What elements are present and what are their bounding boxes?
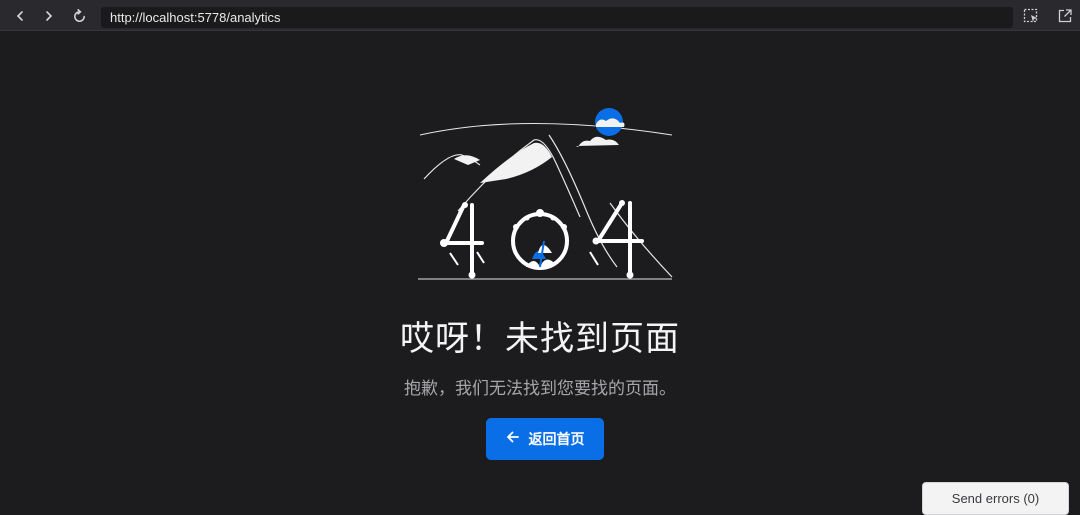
- browser-toolbar: http://localhost:5778/analytics: [0, 0, 1080, 31]
- page-subtitle: 抱歉，我们无法找到您要找的页面。: [404, 379, 676, 399]
- reload-icon[interactable]: [68, 5, 90, 27]
- open-external-icon[interactable]: [1055, 6, 1075, 26]
- arrow-left-icon: [506, 430, 520, 448]
- 404-illustration: [418, 108, 673, 280]
- element-picker-icon[interactable]: [1021, 6, 1041, 26]
- back-home-label: 返回首页: [528, 432, 585, 448]
- url-input[interactable]: http://localhost:5778/analytics: [101, 7, 1013, 28]
- error-page: 哎呀！未找到页面 抱歉，我们无法找到您要找的页面。 返回首页 Send erro…: [0, 31, 1080, 515]
- send-errors-button[interactable]: Send errors (0): [922, 482, 1069, 515]
- forward-arrow-icon[interactable]: [38, 5, 60, 27]
- back-arrow-icon[interactable]: [9, 5, 31, 27]
- back-home-button[interactable]: 返回首页: [486, 418, 604, 460]
- page-title: 哎呀！未找到页面: [400, 319, 680, 359]
